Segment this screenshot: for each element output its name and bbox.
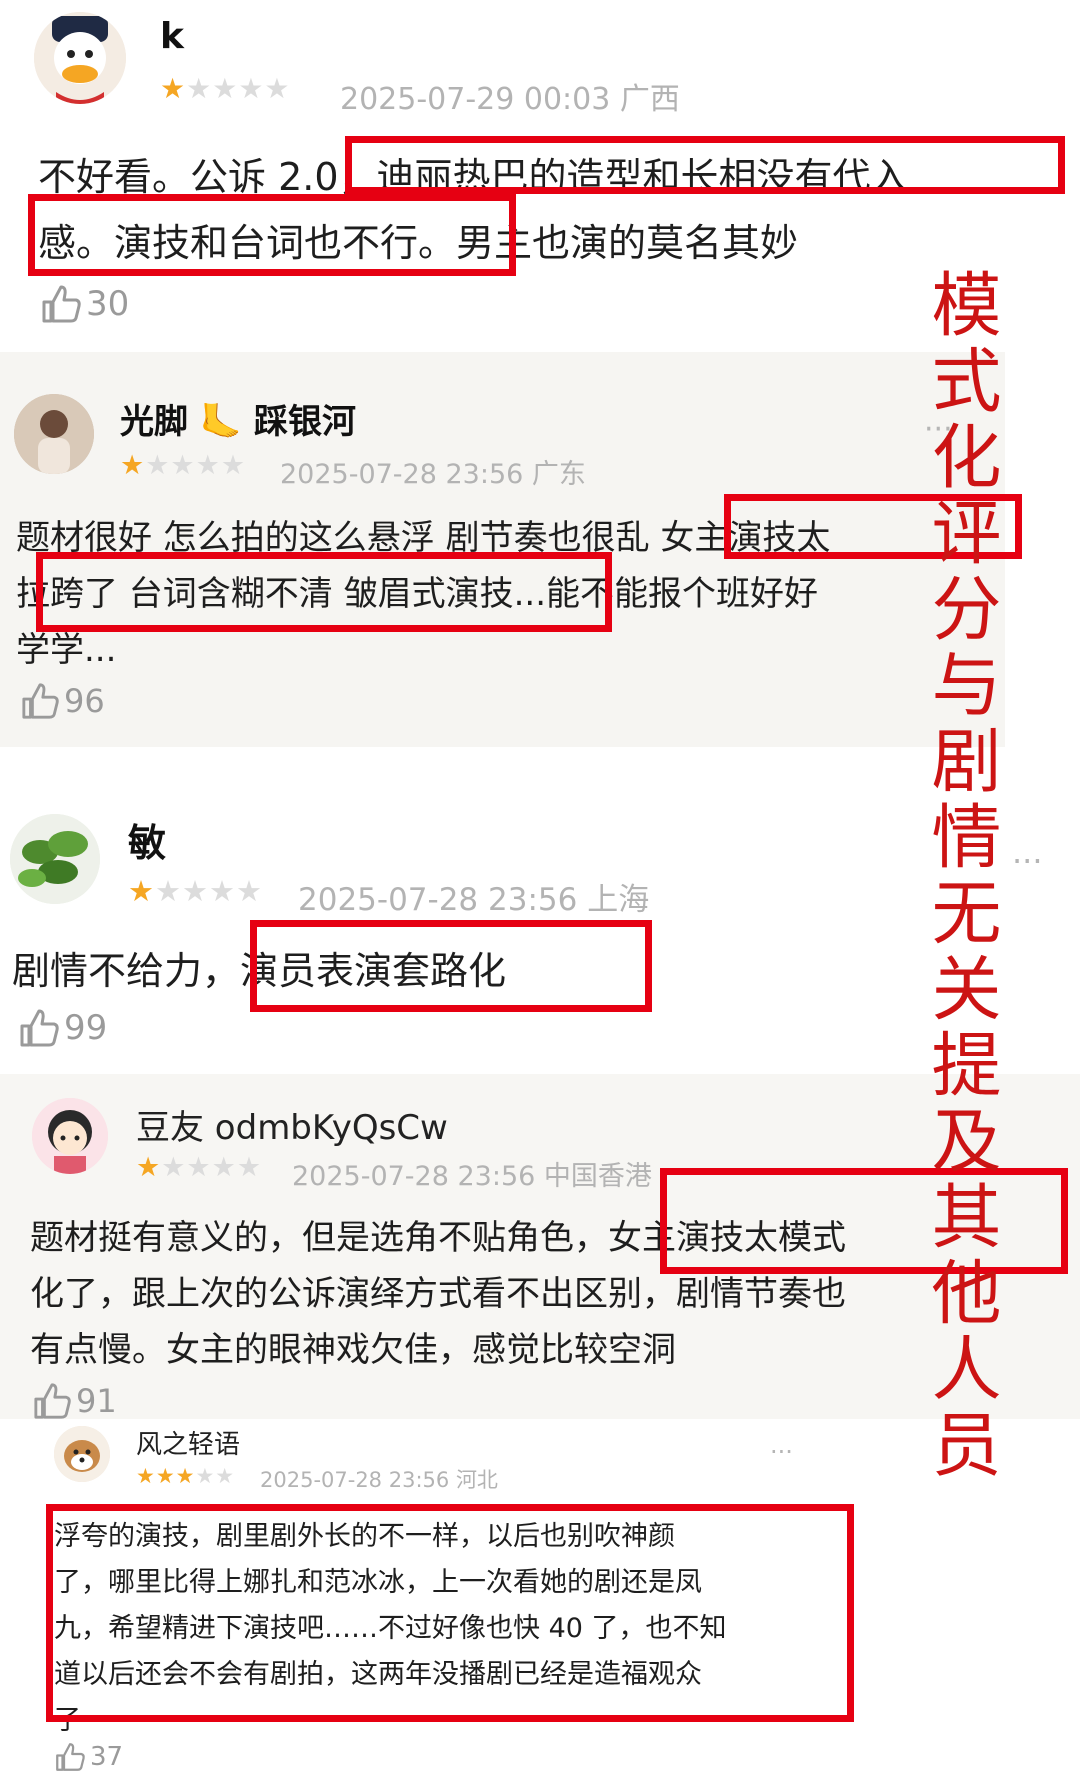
like-count: 91 bbox=[76, 1382, 117, 1419]
like-count: 99 bbox=[64, 1008, 108, 1048]
thumbs-up-icon bbox=[34, 1383, 71, 1419]
like-button[interactable]: 37 bbox=[54, 1742, 123, 1772]
rating-stars: ★★★★★ bbox=[136, 1464, 236, 1488]
highlight-box bbox=[345, 136, 1065, 194]
portrait-avatar-icon bbox=[14, 394, 94, 474]
like-count: 30 bbox=[86, 284, 130, 324]
rating-stars: ★★★★★ bbox=[160, 72, 291, 105]
highlight-box bbox=[36, 552, 612, 632]
more-options-button[interactable]: ··· bbox=[1012, 842, 1043, 880]
avatar[interactable] bbox=[10, 814, 100, 904]
avatar[interactable] bbox=[14, 394, 94, 474]
review-timestamp: 2025-07-28 23:56 上海 bbox=[298, 882, 650, 918]
username[interactable]: 风之轻语 bbox=[136, 1424, 240, 1461]
thumbs-up-icon bbox=[42, 285, 81, 323]
thumbs-up-icon bbox=[22, 683, 59, 719]
highlight-box bbox=[660, 1168, 1068, 1274]
thumbs-up-icon bbox=[20, 1009, 59, 1047]
username[interactable]: 敏 bbox=[128, 812, 166, 867]
thumbs-up-icon bbox=[56, 1743, 85, 1771]
plant-avatar-icon bbox=[10, 814, 100, 904]
highlight-box bbox=[46, 1504, 854, 1722]
review-text-line: 有点慢。女主的眼神戏欠佳，感觉比较空洞 bbox=[30, 1330, 676, 1370]
rating-stars: ★★★★★ bbox=[120, 450, 247, 481]
highlight-box bbox=[28, 194, 516, 276]
review-timestamp: 2025-07-28 23:56 中国香港 bbox=[292, 1161, 652, 1192]
like-button[interactable]: 96 bbox=[20, 682, 105, 720]
review-timestamp: 2025-07-29 00:03 广西 bbox=[340, 82, 680, 117]
avatar[interactable] bbox=[54, 1426, 110, 1482]
username[interactable]: 豆友 odmbKyQsCw bbox=[136, 1100, 448, 1149]
like-button[interactable]: 99 bbox=[18, 1008, 107, 1048]
like-count: 96 bbox=[64, 682, 105, 720]
avatar[interactable] bbox=[34, 12, 126, 104]
rating-stars: ★★★★★ bbox=[128, 874, 263, 908]
like-button[interactable]: 91 bbox=[32, 1382, 117, 1419]
review-card-3: 敏 ★★★★★ 2025-07-28 23:56 上海 ··· 剧情不给力，演员… bbox=[0, 768, 1080, 1068]
username[interactable]: 光脚 🦶 踩银河 bbox=[120, 394, 356, 443]
more-options-button[interactable]: ··· bbox=[770, 1438, 793, 1466]
like-button[interactable]: 30 bbox=[40, 284, 129, 324]
cartoon-girl-avatar-icon bbox=[32, 1098, 108, 1174]
username[interactable]: k bbox=[160, 16, 184, 57]
annotation-text: 模式化评分与剧情无关提及其他人员 bbox=[920, 268, 1002, 1484]
duck-avatar-icon bbox=[34, 12, 126, 104]
like-count: 37 bbox=[90, 1742, 124, 1772]
review-timestamp: 2025-07-28 23:56 广东 bbox=[280, 459, 586, 490]
avatar[interactable] bbox=[32, 1098, 108, 1174]
review-timestamp: 2025-07-28 23:56 河北 bbox=[260, 1468, 498, 1492]
rating-stars: ★★★★★ bbox=[136, 1152, 263, 1183]
highlight-box bbox=[250, 920, 652, 1012]
dog-avatar-icon bbox=[54, 1426, 110, 1482]
